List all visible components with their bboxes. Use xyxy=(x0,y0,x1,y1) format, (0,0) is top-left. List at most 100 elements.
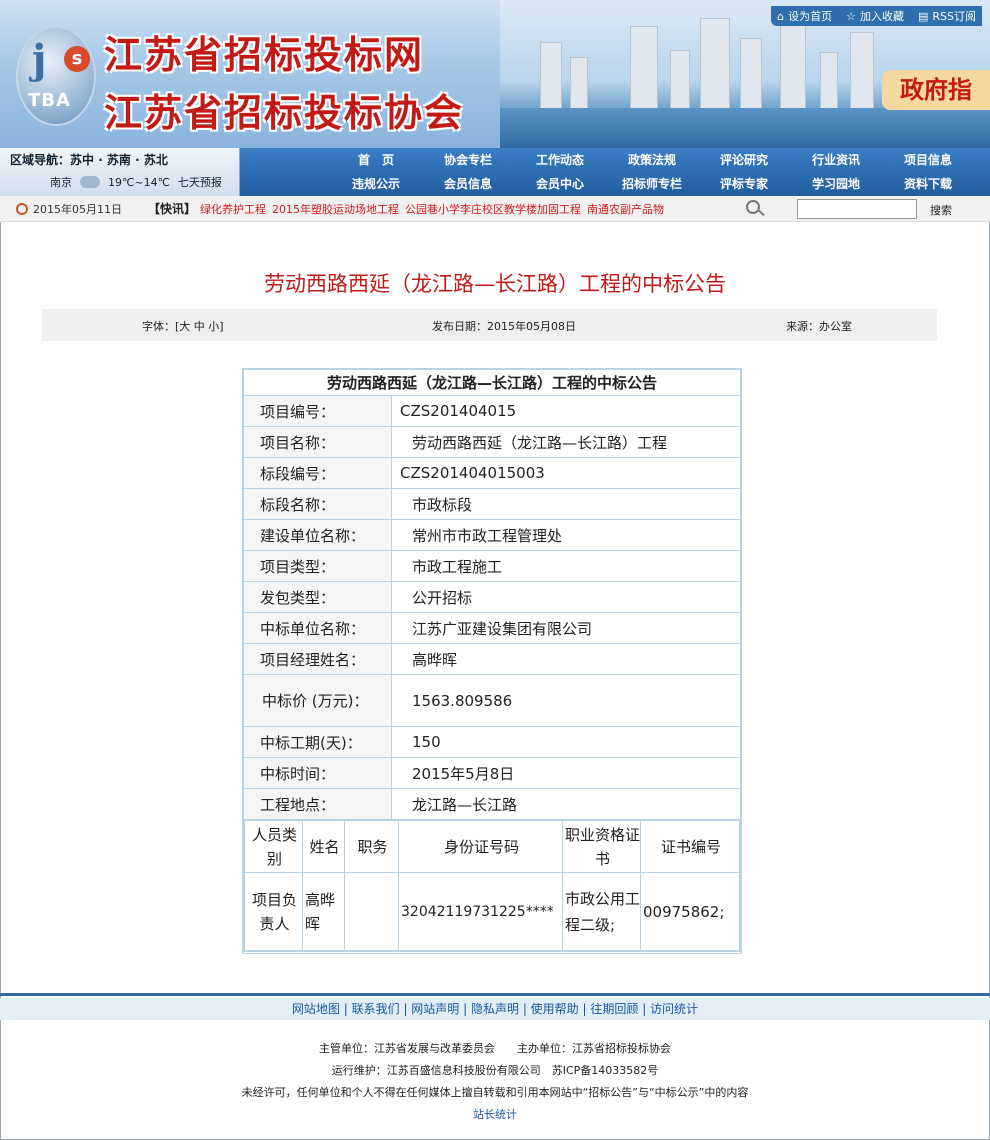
row-label: 项目经理姓名： xyxy=(243,643,392,675)
region-links[interactable]: 苏中 · 苏南 · 苏北 xyxy=(70,153,168,167)
ticker-news-item[interactable]: 绿化养护工程 xyxy=(200,201,266,217)
region-label: 区域导航： xyxy=(10,153,71,167)
logo-j: j xyxy=(32,36,47,83)
personnel-cell: 项目负责人 xyxy=(244,872,303,951)
news-ticker: 2015年05月11日 【快讯】 绿化养护工程 2015年塑胶运动场地工程 公园… xyxy=(0,196,990,222)
rss-icon: ▤ xyxy=(917,9,929,23)
nav-item-member-info[interactable]: 会员信息 xyxy=(422,174,514,194)
ticker-date: 2015年05月11日 xyxy=(33,202,122,216)
nav-item-member-center[interactable]: 会员中心 xyxy=(514,174,606,194)
weather-temp: 19℃~14℃ xyxy=(108,175,170,189)
nav-item-violations[interactable]: 违规公示 xyxy=(330,174,422,194)
ticker-label: 【快讯】 xyxy=(148,202,197,216)
nav-item-policy[interactable]: 政策法规 xyxy=(606,150,698,170)
ticker-news-item[interactable]: 2015年塑胶运动场地工程 xyxy=(272,201,399,217)
personnel-header: 职务 xyxy=(344,820,399,873)
personnel-header: 证书编号 xyxy=(640,820,740,873)
row-label: 项目名称： xyxy=(243,426,392,458)
footer-links: 网站地图 | 联系我们 | 网站声明 | 隐私声明 | 使用帮助 | 往期回顾 … xyxy=(0,998,990,1020)
footer-link-archive[interactable]: 往期回顾 xyxy=(590,1002,638,1016)
bookmark-icon: ☆ xyxy=(846,9,856,23)
row-value: 公开招标 xyxy=(391,581,741,613)
row-label: 中标工期(天)： xyxy=(243,726,392,758)
bookmark-link[interactable]: ☆ 加入收藏 xyxy=(846,8,904,24)
nav-item-learning[interactable]: 学习园地 xyxy=(790,174,882,194)
gov-badge[interactable]: 政府指 xyxy=(882,70,990,110)
row-value: CZS201404015 xyxy=(391,395,741,427)
clock-icon xyxy=(16,202,28,215)
nav-item-association[interactable]: 协会专栏 xyxy=(422,150,514,170)
nav-item-downloads[interactable]: 资料下载 xyxy=(882,174,974,194)
footer-divider xyxy=(0,993,990,996)
footer-link-stats[interactable]: 访问统计 xyxy=(650,1002,698,1016)
footer-link-help[interactable]: 使用帮助 xyxy=(531,1002,579,1016)
row-value: 高晔晖 xyxy=(391,643,741,675)
footer-link-sitemap[interactable]: 网站地图 xyxy=(292,1002,340,1016)
row-value: 150 xyxy=(391,726,741,758)
nav-item-work[interactable]: 工作动态 xyxy=(514,150,606,170)
logo-s: s xyxy=(64,46,90,72)
ticker-news-item[interactable]: 公园巷小学李庄校区教学楼加固工程 xyxy=(405,201,581,217)
row-label: 项目类型： xyxy=(243,550,392,582)
cloud-icon xyxy=(80,176,100,188)
row-label: 中标价 (万元)： xyxy=(243,674,392,727)
nav-menu: 首 页 协会专栏 工作动态 政策法规 评论研究 行业资讯 项目信息 违规公示 会… xyxy=(330,150,990,194)
nav-item-industry[interactable]: 行业资讯 xyxy=(790,150,882,170)
search-button[interactable]: 搜索 xyxy=(930,202,952,218)
row-value: 龙江路—长江路 xyxy=(391,788,741,820)
nav-item-projects[interactable]: 项目信息 xyxy=(882,150,974,170)
row-value: 劳动西路西延（龙江路—长江路）工程 xyxy=(391,426,741,458)
row-label: 中标时间： xyxy=(243,757,392,789)
personnel-cell: 32042119731225**** xyxy=(398,872,563,951)
row-label: 项目编号： xyxy=(243,395,392,427)
site-banner: 政府指 ⌂ 设为首页 ☆ 加入收藏 ▤ RSS订阅 j s TBA 江苏省招标投标网 … xyxy=(0,0,990,148)
font-size-control[interactable]: 字体：[大 中 小] xyxy=(142,318,224,334)
article-title: 劳动西路西延（龙江路—长江路）工程的中标公告 xyxy=(264,272,726,296)
region-nav: 区域导航：苏中 · 苏南 · 苏北 南京 19℃~14℃ 七天预报 xyxy=(0,148,240,196)
row-label: 工程地点： xyxy=(243,788,392,820)
ticker-news-item[interactable]: 南通农副产品物 xyxy=(587,201,664,217)
personnel-cell xyxy=(344,872,399,951)
footer-stat-link[interactable]: 站长统计 xyxy=(0,1106,990,1122)
logo-tba: TBA xyxy=(28,90,71,111)
row-value: 江苏广亚建设集团有限公司 xyxy=(391,612,741,644)
top-links: ⌂ 设为首页 ☆ 加入收藏 ▤ RSS订阅 xyxy=(771,6,982,26)
search-input[interactable] xyxy=(797,199,917,219)
set-home-link[interactable]: ⌂ 设为首页 xyxy=(777,8,832,24)
footer-link-privacy[interactable]: 隐私声明 xyxy=(471,1002,519,1016)
row-value: 1563.809586 xyxy=(391,674,741,727)
footer-sponsor: 主管单位：江苏省发展与改革委员会 主办单位：江苏省招标投标协会 xyxy=(319,1042,671,1055)
publish-date: 发布日期：2015年05月08日 xyxy=(432,320,576,333)
site-title-1: 江苏省招标投标网 xyxy=(104,32,425,77)
personnel-cell: 高晔晖 xyxy=(302,872,345,951)
row-label: 中标单位名称： xyxy=(243,612,392,644)
weather-city: 南京 xyxy=(50,176,72,189)
site-logo[interactable]: j s TBA xyxy=(16,26,96,126)
home-icon: ⌂ xyxy=(777,9,785,23)
footer-maintainer: 运行维护：江苏百盛信息科技股份有限公司 苏ICP备14033582号 xyxy=(331,1064,659,1077)
rss-link[interactable]: ▤ RSS订阅 xyxy=(918,8,976,24)
personnel-cell: 00975862; xyxy=(640,872,740,951)
nav-item-tender-master[interactable]: 招标师专栏 xyxy=(606,174,698,194)
row-value: 2015年5月8日 xyxy=(391,757,741,789)
main-nav: 区域导航：苏中 · 苏南 · 苏北 南京 19℃~14℃ 七天预报 首 页 协会… xyxy=(0,148,990,196)
article-meta: 字体：[大 中 小] 发布日期：2015年05月08日 来源：办公室 xyxy=(42,309,937,341)
table-caption: 劳动西路西延（龙江路—长江路）工程的中标公告 xyxy=(243,369,741,396)
nav-item-review[interactable]: 评论研究 xyxy=(698,150,790,170)
footer-link-contact[interactable]: 联系我们 xyxy=(352,1002,400,1016)
footer-link-statement[interactable]: 网站声明 xyxy=(411,1002,459,1016)
personnel-header: 人员类别 xyxy=(244,820,303,873)
row-value: CZS201404015003 xyxy=(391,457,741,489)
row-value: 市政标段 xyxy=(391,488,741,520)
row-label: 标段名称： xyxy=(243,488,392,520)
personnel-header: 姓名 xyxy=(302,820,345,873)
banner-water xyxy=(500,108,990,148)
nav-item-home[interactable]: 首 页 xyxy=(330,150,422,170)
row-value: 市政工程施工 xyxy=(391,550,741,582)
row-value: 常州市市政工程管理处 xyxy=(391,519,741,551)
personnel-cell: 市政公用工程二级; xyxy=(562,872,641,951)
award-table: 劳动西路西延（龙江路—长江路）工程的中标公告 项目编号： CZS201404015… xyxy=(242,368,742,954)
forecast-link[interactable]: 七天预报 xyxy=(178,174,222,190)
personnel-header: 身份证号码 xyxy=(398,820,563,873)
nav-item-experts[interactable]: 评标专家 xyxy=(698,174,790,194)
